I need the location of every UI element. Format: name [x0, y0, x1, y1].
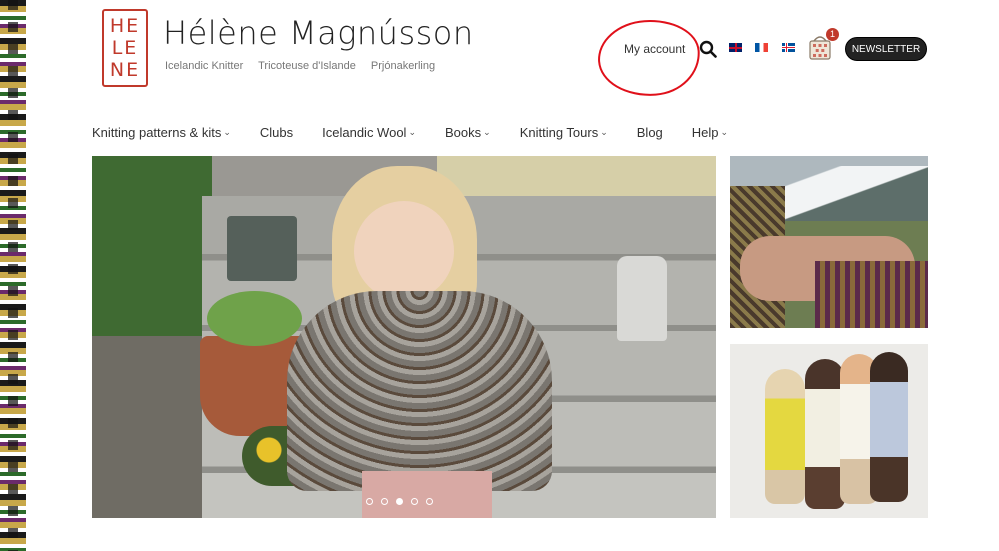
logo-line-3: NE	[109, 59, 141, 81]
nav-clubs[interactable]: Clubs	[260, 125, 293, 140]
nav-blog[interactable]: Blog	[637, 125, 663, 140]
logo-line-2: LE	[111, 37, 139, 59]
tagline-french: Tricoteuse d'Islande	[258, 60, 356, 72]
brand-name[interactable]: Hélène Magnússon	[163, 14, 474, 52]
knitted-dolls-image[interactable]	[730, 344, 928, 518]
taglines: Icelandic Knitter Tricoteuse d'Islande P…	[165, 60, 447, 72]
chevron-down-icon: ⌄	[600, 127, 608, 137]
nav-label: Knitting patterns & kits	[92, 125, 222, 140]
slider-dot[interactable]	[381, 498, 388, 505]
nav-knitting-tours[interactable]: Knitting Tours ⌄	[520, 125, 608, 140]
knit-pattern-border	[0, 0, 26, 551]
logo-line-1: HE	[109, 15, 141, 37]
nav-label: Books	[445, 125, 482, 140]
photo-doll-blue	[870, 352, 908, 502]
my-account-link[interactable]: My account	[624, 42, 685, 56]
iceland-flag-icon[interactable]	[782, 43, 795, 52]
photo-milk-can	[617, 256, 667, 341]
search-icon[interactable]	[699, 40, 717, 58]
slider-dot[interactable]	[426, 498, 433, 505]
photo-sweater	[287, 291, 552, 491]
newsletter-button[interactable]: NEWSLETTER	[845, 37, 927, 61]
photo-pants	[362, 471, 492, 518]
chevron-down-icon: ⌄	[408, 127, 416, 137]
cart-count-badge: 1	[826, 28, 839, 41]
slider-dot-active[interactable]	[396, 498, 403, 505]
nav-knitting-patterns[interactable]: Knitting patterns & kits ⌄	[92, 125, 231, 140]
tagline-icelandic: Prjónakerling	[370, 60, 436, 72]
slider-dot[interactable]	[366, 498, 373, 505]
main-nav: Knitting patterns & kits ⌄ Clubs Iceland…	[92, 125, 757, 140]
knitting-tour-image[interactable]	[730, 156, 928, 328]
tagline-english: Icelandic Knitter	[165, 60, 244, 72]
nav-label: Help	[691, 125, 719, 140]
nav-label: Icelandic Wool	[322, 125, 407, 140]
photo-greenery	[92, 156, 212, 356]
photo-child-face	[354, 201, 454, 301]
nav-books[interactable]: Books ⌄	[445, 125, 491, 140]
logo[interactable]: HE LE NE	[102, 9, 148, 87]
annotation-circle	[595, 16, 703, 100]
photo-pot-top	[227, 216, 297, 281]
photo-plant	[207, 291, 302, 346]
nav-label: Clubs	[259, 125, 294, 140]
hero-slider[interactable]	[92, 156, 716, 518]
nav-label: Blog	[636, 125, 663, 140]
chevron-down-icon: ⌄	[223, 127, 231, 137]
chevron-down-icon: ⌄	[720, 127, 729, 137]
nav-icelandic-wool[interactable]: Icelandic Wool ⌄	[322, 125, 416, 140]
photo-doll-white	[805, 359, 845, 509]
uk-flag-icon[interactable]	[729, 43, 742, 52]
nav-label: Knitting Tours	[519, 125, 599, 140]
photo-knitting	[815, 261, 928, 328]
chevron-down-icon: ⌄	[483, 127, 491, 137]
slider-dots	[366, 498, 433, 505]
photo-doll-yellow	[765, 369, 805, 504]
france-flag-icon[interactable]	[755, 43, 768, 52]
nav-help[interactable]: Help ⌄	[692, 125, 728, 140]
slider-dot[interactable]	[411, 498, 418, 505]
